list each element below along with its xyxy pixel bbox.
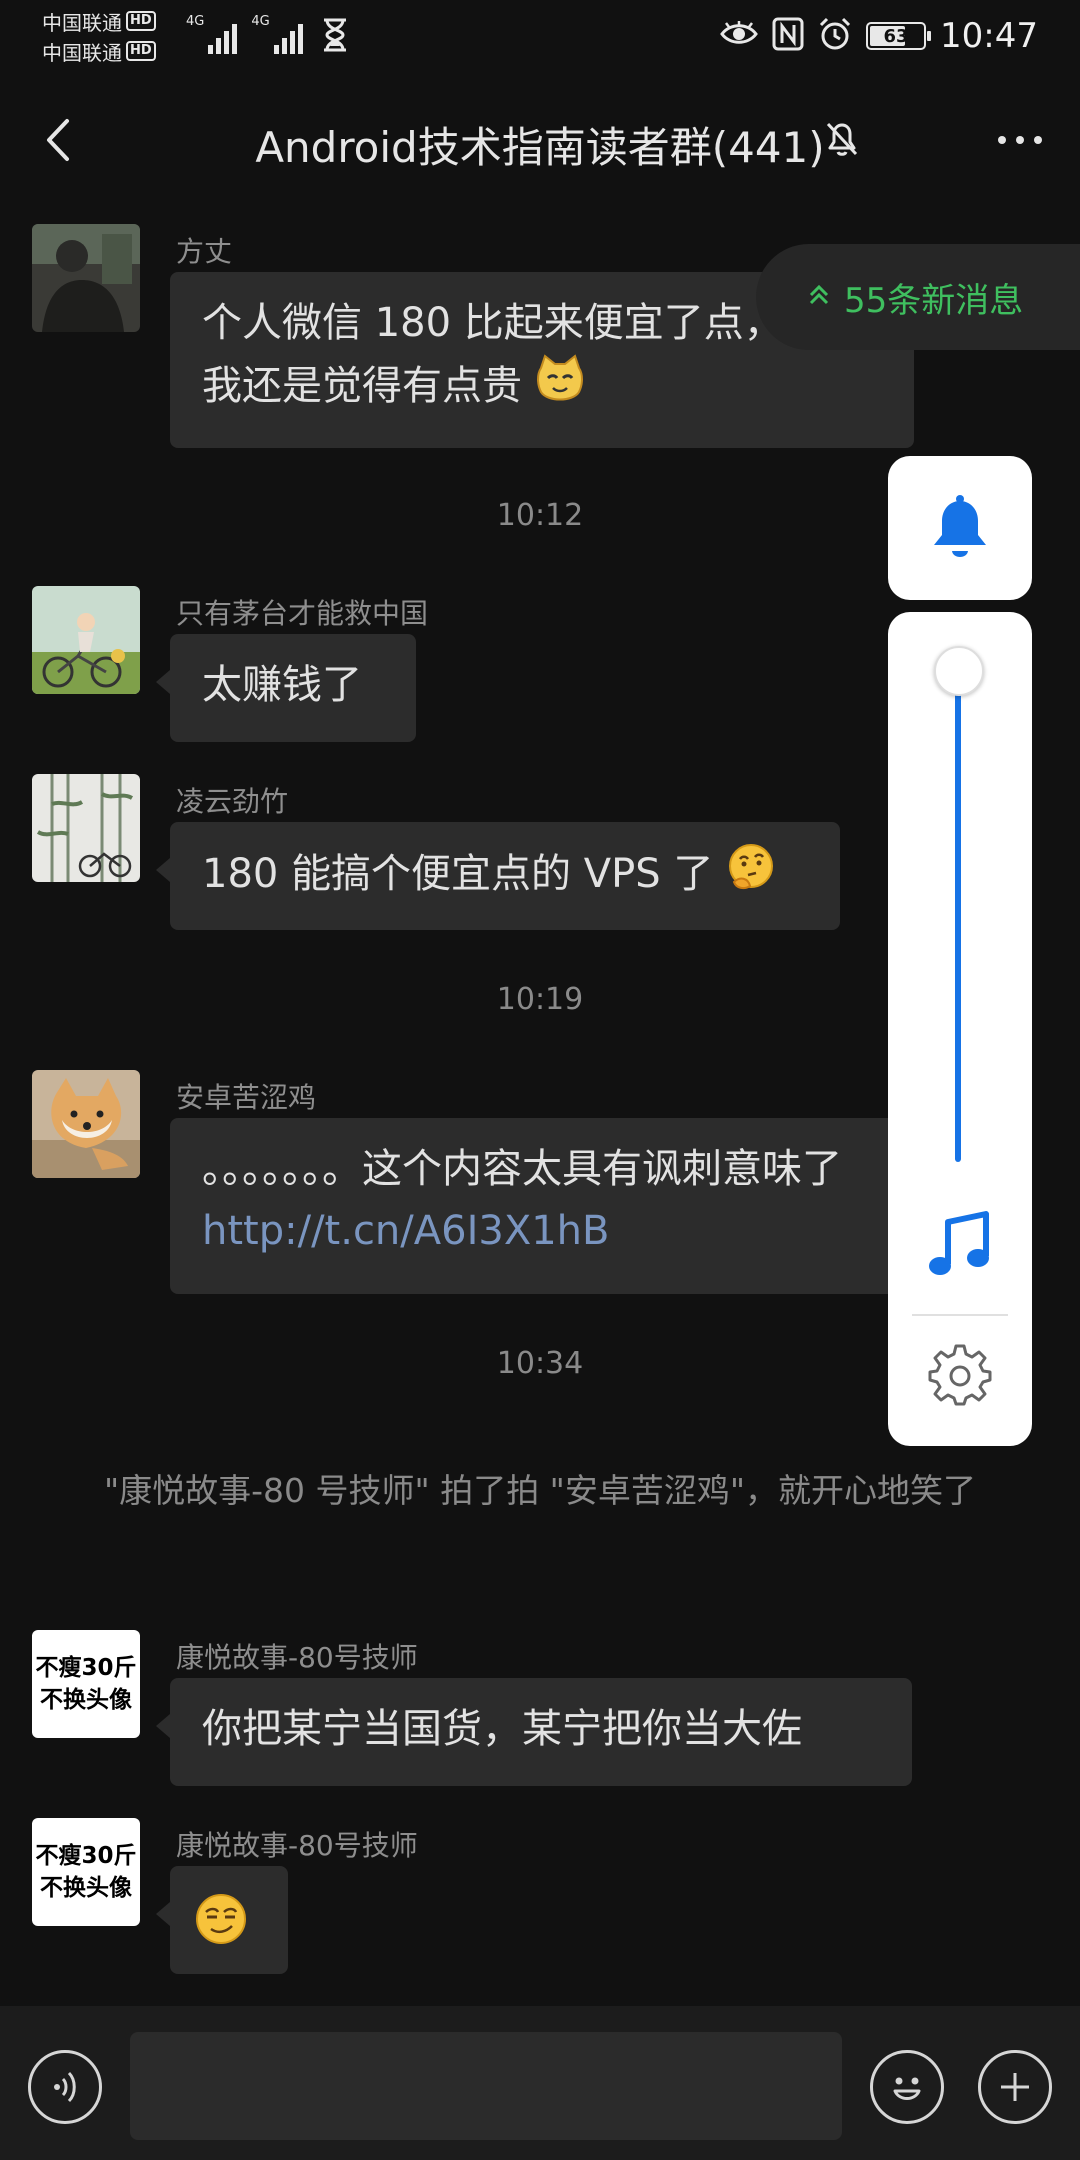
battery-icon: 63 [866,22,932,50]
alarm-icon [818,17,852,55]
plus-button[interactable] [978,2050,1052,2124]
network-type: 4G [186,14,205,29]
message-text: 太赚钱了 [202,662,362,708]
carrier-info: 中国联通 HD 中国联通 HD [42,6,182,66]
message-bubble[interactable]: 太赚钱了 [156,634,416,742]
battery-level: 63 [883,25,909,47]
status-bar: 中国联通 HD 中国联通 HD 4G 4G 63 10:47 [0,0,1080,72]
status-time: 10:47 [940,16,1038,56]
sender-name: 方丈 [176,235,233,268]
eye-comfort-icon [720,21,758,51]
message-bubble[interactable]: 。。。。。。。这个内容太具有讽刺意味了 http://t.cn/A6I3X1hB [170,1118,914,1294]
bell-icon [934,495,986,557]
avatar-text: 不换头像 [40,1875,132,1901]
system-message: "康悦故事-80 号技师" 拍了拍 "安卓苦涩鸡"，就开心地笑了 [103,1471,977,1510]
message-input[interactable] [130,2032,842,2140]
chat-header: Android技术指南读者群(441) [0,88,1080,188]
avatar[interactable]: 不瘦30斤 不换头像 [32,1630,140,1738]
ring-mode-button[interactable] [888,456,1032,600]
carrier-name: 中国联通 [42,40,122,65]
message-bubble[interactable]: 180 能搞个便宜点的 VPS 了 [156,822,840,930]
avatar[interactable] [32,774,140,882]
double-chevron-up-icon [808,283,830,311]
input-bar [0,2006,1080,2160]
sender-name: 凌云劲竹 [176,785,289,818]
new-messages-label: 55条新消息 [844,280,1024,321]
sender-name: 康悦故事-80号技师 [176,1829,418,1862]
message-text: 你把某宁当国货，某宁把你当大佐 [202,1706,802,1752]
carrier-line-2: 中国联通 HD [42,36,182,66]
divider [912,1314,1008,1316]
voice-icon [54,2071,76,2103]
new-messages-button[interactable]: 55条新消息 [756,244,1080,350]
sender-name: 只有茅台才能救中国 [176,597,429,630]
more-dots-icon [998,136,1006,144]
cat-emoji-icon [535,354,585,422]
message-text: 180 能搞个便宜点的 VPS 了 [202,851,714,897]
carrier-name: 中国联通 [42,10,122,35]
mute-bell-icon [822,118,862,162]
plus-icon [1001,2073,1029,2101]
hd-badge: HD [126,11,156,31]
message-bubble[interactable]: 你把某宁当国货，某宁把你当大佐 [156,1678,912,1786]
smirk-emoji-icon [194,1892,248,1964]
chat-screen: 中国联通 HD 中国联通 HD 4G 4G 63 10:47 Android技术… [0,0,1080,2160]
thinking-emoji-icon [726,842,776,910]
avatar[interactable] [32,1070,140,1178]
signal-bars-icon [208,20,238,54]
chat-title: Android技术指南读者群(441) [255,123,825,172]
message-bubble[interactable] [156,1866,288,1974]
hourglass-icon [322,18,348,56]
network-type: 4G [251,14,270,29]
volume-panel [888,612,1032,1446]
more-options-button[interactable] [990,118,1050,162]
avatar-text: 不瘦30斤 [35,1843,137,1869]
signal-bars-icon [273,20,303,54]
voice-button[interactable] [28,2050,102,2124]
message-text: 。。。。。。。这个内容太具有讽刺意味了 [202,1146,842,1192]
avatar[interactable]: 不瘦30斤 不换头像 [32,1818,140,1926]
sender-name: 康悦故事-80号技师 [176,1641,418,1674]
message-item: 不瘦30斤 不换头像 康悦故事-80号技师 你把某宁当国货，某宁把你当大佐 [32,1630,1052,1790]
emoji-button[interactable] [870,2050,944,2124]
avatar-text: 不换头像 [40,1687,132,1713]
signal-indicators: 4G 4G [186,14,303,54]
music-note-icon[interactable] [928,1210,992,1284]
nfc-icon [772,17,804,55]
sender-name: 安卓苦涩鸡 [176,1081,317,1114]
avatar[interactable] [32,224,140,332]
volume-slider-thumb[interactable] [934,646,984,696]
hd-badge: HD [126,41,156,61]
emoji-icon [893,2077,921,2100]
gear-icon[interactable] [928,1342,992,1410]
avatar-text: 不瘦30斤 [35,1655,137,1681]
carrier-line-1: 中国联通 HD [42,6,182,36]
status-right: 63 10:47 [720,14,1038,58]
avatar[interactable] [32,586,140,694]
message-item: 不瘦30斤 不换头像 康悦故事-80号技师 [32,1818,1052,1978]
volume-slider-track[interactable] [955,672,961,1162]
message-link[interactable]: http://t.cn/A6I3X1hB [202,1208,609,1254]
